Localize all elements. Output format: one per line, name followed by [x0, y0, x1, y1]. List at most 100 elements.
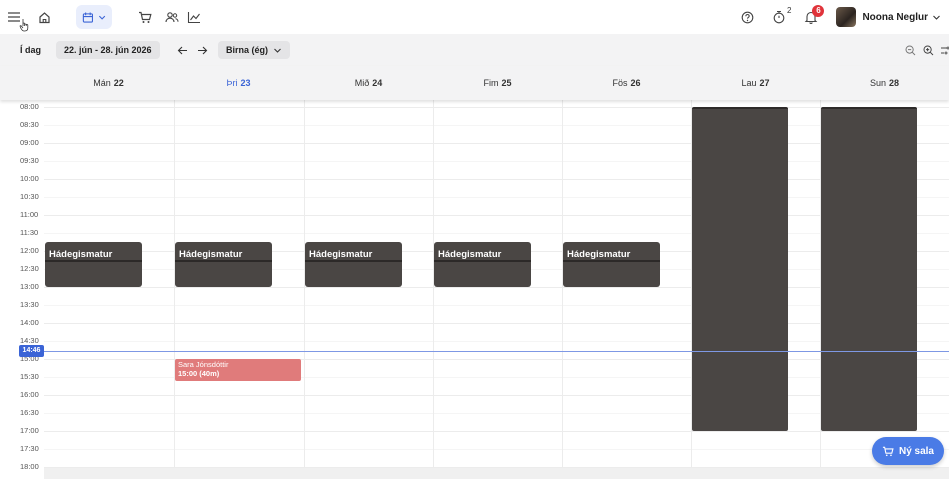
grid-line	[44, 125, 949, 126]
lunch-block[interactable]: Hádegismatur	[434, 242, 531, 287]
time-label: 16:00	[20, 390, 39, 399]
day-name: Lau	[741, 78, 757, 88]
day-name: Fös	[612, 78, 628, 88]
lunch-divider	[563, 260, 660, 262]
time-label: 18:00	[20, 462, 39, 471]
grid-line	[44, 287, 949, 288]
help-icon[interactable]	[741, 5, 754, 29]
day-header-2[interactable]: Mið 24	[304, 66, 433, 100]
lunch-label: Hádegismatur	[438, 249, 502, 260]
tasks-count: 2	[786, 6, 792, 15]
chevron-down-icon	[274, 48, 281, 53]
calendar-icon	[82, 12, 93, 23]
lunch-divider	[305, 260, 402, 262]
staff-select-label: Birna (ég)	[226, 45, 269, 55]
day-column-divider	[562, 100, 563, 479]
grid-line	[44, 197, 949, 198]
after-hours-band	[44, 468, 949, 479]
day-header-3[interactable]: Fim 25	[433, 66, 562, 100]
closed-block[interactable]	[692, 107, 788, 431]
notifications-button[interactable]: 6	[804, 5, 825, 24]
day-header-5[interactable]: Lau 27	[691, 66, 820, 100]
grid-line	[44, 323, 949, 324]
grid-line	[44, 143, 949, 144]
time-label: 08:30	[20, 120, 39, 129]
grid-line	[44, 179, 949, 180]
day-number: 27	[759, 78, 770, 88]
time-label: 10:30	[20, 192, 39, 201]
calendar-toolbar: Í dag 22. jún - 28. jún 2026 Birna (ég)	[0, 34, 949, 66]
time-label: 12:30	[20, 264, 39, 273]
grid-line	[44, 413, 949, 414]
user-name: Noona Neglur	[862, 11, 928, 23]
appointment-customer: Sara Jónsdóttir	[178, 360, 229, 369]
cart-icon	[882, 446, 894, 456]
day-header-0[interactable]: Mán 22	[44, 66, 173, 100]
time-label: 15:30	[20, 372, 39, 381]
grid-line	[44, 107, 949, 108]
appointment-time: 15:00 (40m)	[178, 369, 220, 378]
day-header-4[interactable]: Fös 26	[562, 66, 691, 100]
zoom-out-icon[interactable]	[905, 38, 916, 62]
chevron-down-icon	[933, 15, 940, 20]
day-header-1[interactable]: Þri 23	[174, 66, 303, 100]
day-number: 23	[240, 78, 251, 88]
arrow-left-icon[interactable]	[177, 38, 188, 62]
date-range-button[interactable]: 22. jún - 28. jún 2026	[56, 41, 160, 59]
current-time-badge: 14:46	[19, 344, 44, 357]
new-sale-button[interactable]: Ný sala	[871, 437, 944, 465]
lunch-label: Hádegismatur	[309, 249, 373, 260]
time-label: 14:00	[20, 318, 39, 327]
day-number: 28	[889, 78, 900, 88]
day-name: Mán	[93, 78, 111, 88]
lunch-divider	[434, 260, 531, 262]
grid-line	[44, 215, 949, 216]
today-button[interactable]: Í dag	[20, 41, 41, 59]
day-header-6[interactable]: Sun 28	[820, 66, 949, 100]
appointment[interactable]: Sara Jónsdóttir 15:00 (40m)	[175, 359, 301, 381]
grid-line	[44, 395, 949, 396]
grid-line	[44, 449, 949, 450]
arrow-right-icon[interactable]	[197, 38, 208, 62]
stopwatch-icon	[774, 10, 785, 24]
time-label: 13:30	[20, 300, 39, 309]
time-label: 17:30	[20, 444, 39, 453]
calendar-button[interactable]	[76, 5, 112, 29]
cart-icon[interactable]	[137, 5, 153, 29]
time-label: 14:30	[20, 336, 39, 345]
grid-line	[44, 341, 949, 342]
day-number: 25	[501, 78, 512, 88]
chevron-down-icon	[98, 15, 106, 20]
lunch-divider	[45, 260, 142, 262]
time-label: 09:00	[20, 138, 39, 147]
top-nav: 2 6 Noona Neglur	[0, 0, 949, 34]
staff-select[interactable]: Birna (ég)	[218, 41, 291, 59]
day-name: Mið	[354, 78, 370, 88]
user-menu[interactable]: Noona Neglur	[836, 7, 941, 27]
lunch-block[interactable]: Hádegismatur	[305, 242, 402, 287]
grid-line	[44, 431, 949, 432]
time-label: 08:00	[20, 102, 39, 111]
zoom-controls	[905, 34, 949, 66]
time-label: 13:00	[20, 282, 39, 291]
day-column-divider	[304, 100, 305, 479]
calendar-grid[interactable]: 08:00 08:30 09:00 09:30 10:00 10:30 11:00 11:30…	[0, 100, 949, 479]
tasks-button[interactable]: 2	[772, 6, 791, 24]
day-name: Fim	[483, 78, 499, 88]
day-column-divider	[174, 100, 175, 479]
lunch-block[interactable]: Hádegismatur	[563, 242, 660, 287]
settings-sliders-icon[interactable]	[941, 38, 949, 62]
users-icon[interactable]	[164, 5, 180, 29]
closed-block[interactable]	[821, 107, 917, 431]
zoom-in-icon[interactable]	[923, 38, 934, 62]
day-header: Mán 22 Þri 23 Mið 24 Fim 25 Fös 26 Lau 27 Sun 28	[0, 66, 949, 100]
day-column-divider	[433, 100, 434, 479]
lunch-block[interactable]: Hádegismatur	[45, 242, 142, 287]
new-sale-label: Ný sala	[898, 445, 934, 457]
grid-line	[44, 305, 949, 306]
home-icon[interactable]	[36, 5, 52, 29]
lunch-block[interactable]: Hádegismatur	[175, 242, 272, 287]
time-label: 11:00	[20, 210, 39, 219]
time-label: 09:30	[20, 156, 39, 165]
chart-icon[interactable]	[186, 5, 202, 29]
